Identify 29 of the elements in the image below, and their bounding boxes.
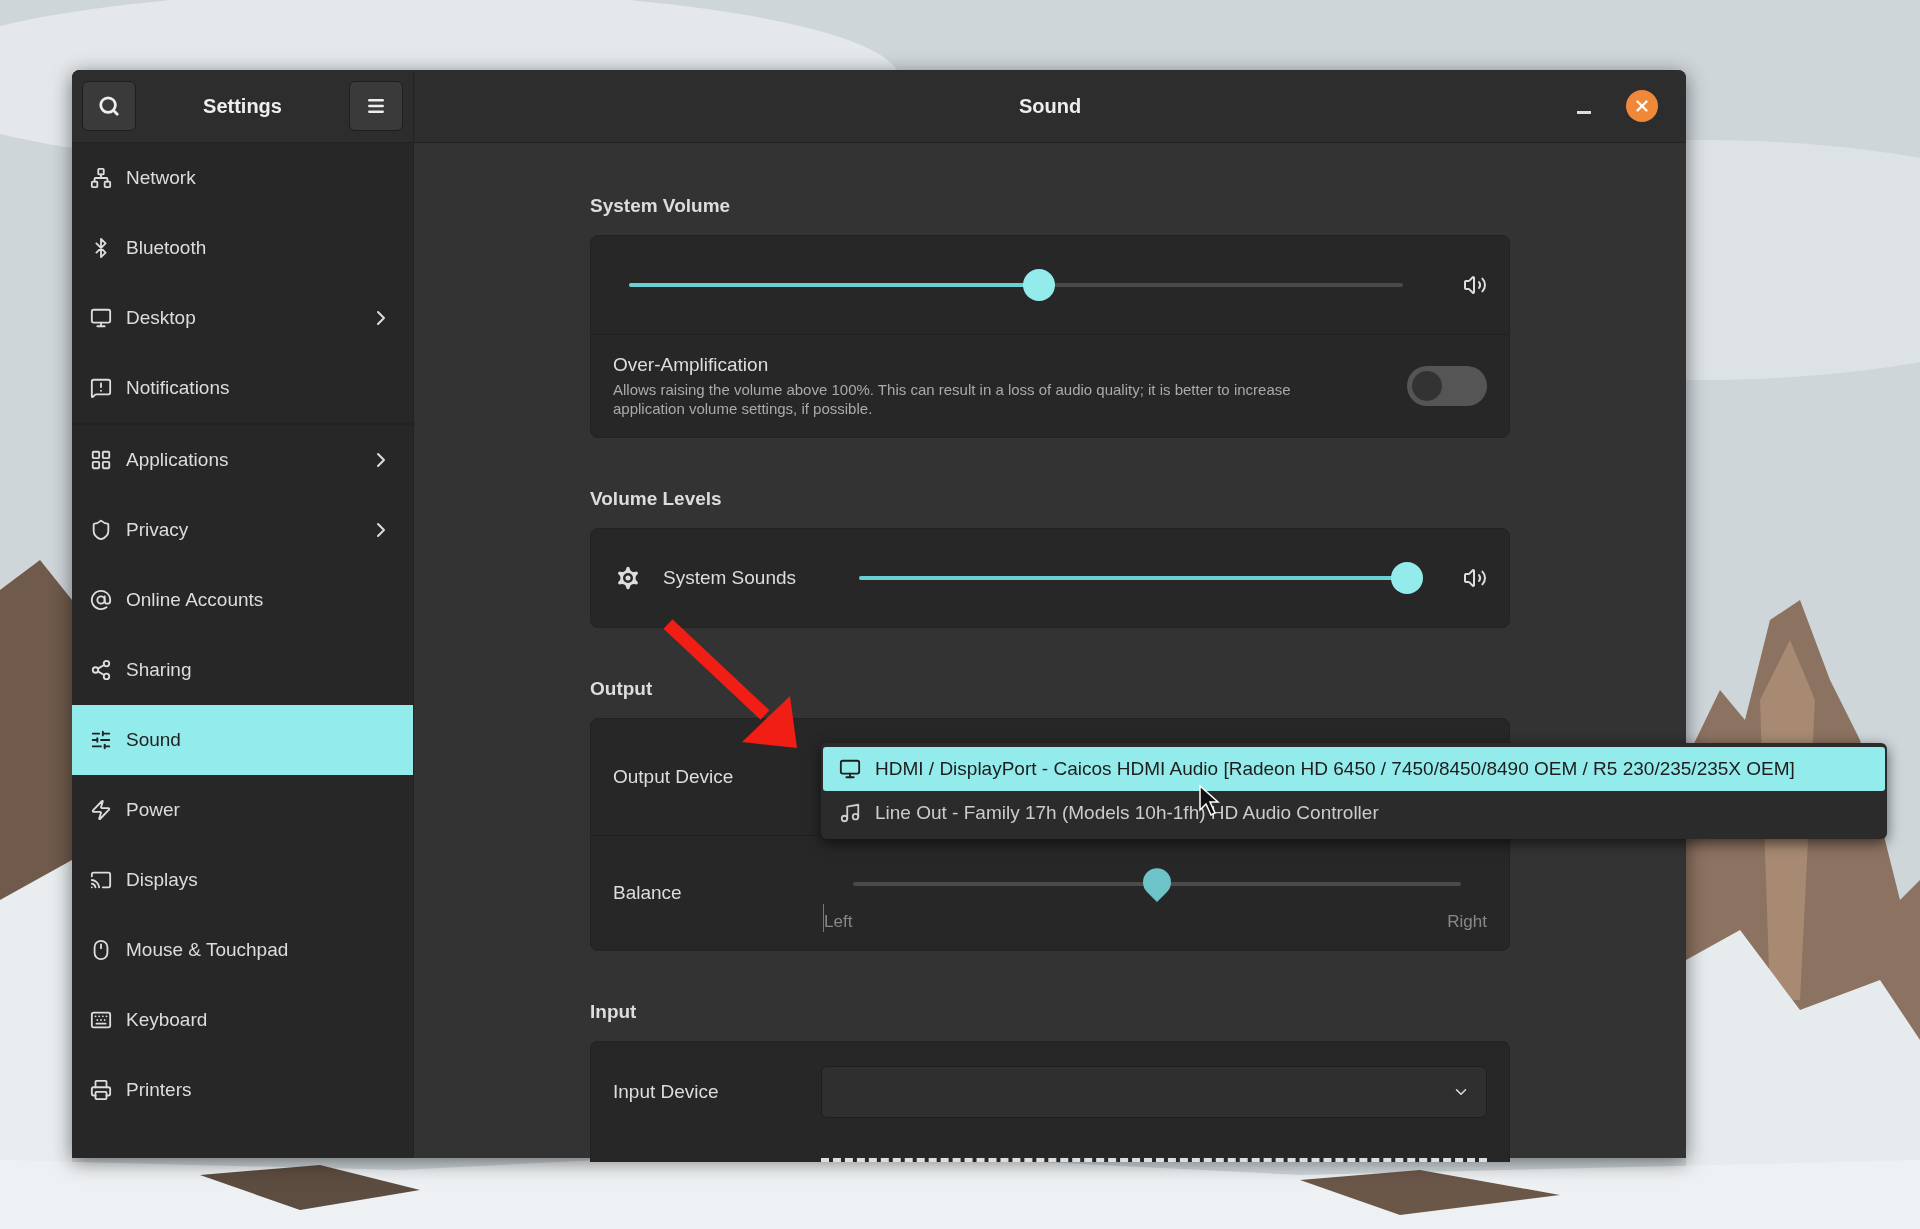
- window-title: Sound: [1018, 94, 1082, 118]
- dropdown-option[interactable]: HDMI / DisplayPort - Caicos HDMI Audio [Radeon HD 6450 / 7450/8450/8490 OEM / R5 230/235/235X OEM]: [823, 747, 1885, 791]
- sidebar-item[interactable]: Displays: [72, 845, 413, 915]
- setting-label: System Sounds: [663, 567, 798, 589]
- sidebar-item[interactable]: Online Accounts: [72, 565, 413, 635]
- sidebar-item[interactable]: Notifications: [72, 353, 413, 423]
- setting-label: Over-Amplification: [613, 353, 770, 376]
- sidebar-item[interactable]: Power: [72, 775, 413, 845]
- sidebar-item[interactable]: Printers: [72, 1055, 413, 1125]
- setting-label: Input Device: [613, 1081, 720, 1103]
- setting-label: Output Device: [613, 766, 735, 788]
- setting-description: Allows raising the volume above 100%. This can result in a loss of audio quality; it is better to increase application volume settings, if possible.: [613, 379, 1292, 419]
- section-heading: Output: [590, 678, 654, 700]
- sidebar-item[interactable]: Sound: [72, 705, 413, 775]
- sidebar-item[interactable]: Network: [72, 143, 413, 213]
- tick-label: Left: [823, 904, 853, 932]
- sidebar-item[interactable]: Privacy: [72, 495, 413, 565]
- section-heading: Input: [590, 1001, 638, 1023]
- section-heading: Volume Levels: [590, 488, 723, 510]
- sidebar-item[interactable]: Mouse & Touchpad: [72, 915, 413, 985]
- sidebar-item[interactable]: Keyboard: [72, 985, 413, 1055]
- setting-label: Balance: [613, 882, 683, 904]
- sidebar-item[interactable]: Desktop: [72, 283, 413, 353]
- sidebar-item[interactable]: Sharing: [72, 635, 413, 705]
- sidebar-title: Settings: [203, 94, 282, 118]
- section-heading: System Volume: [590, 195, 732, 217]
- sidebar-item[interactable]: Bluetooth: [72, 213, 413, 283]
- sidebar-item[interactable]: Applications: [72, 425, 413, 495]
- tick-label: Right: [1447, 911, 1487, 932]
